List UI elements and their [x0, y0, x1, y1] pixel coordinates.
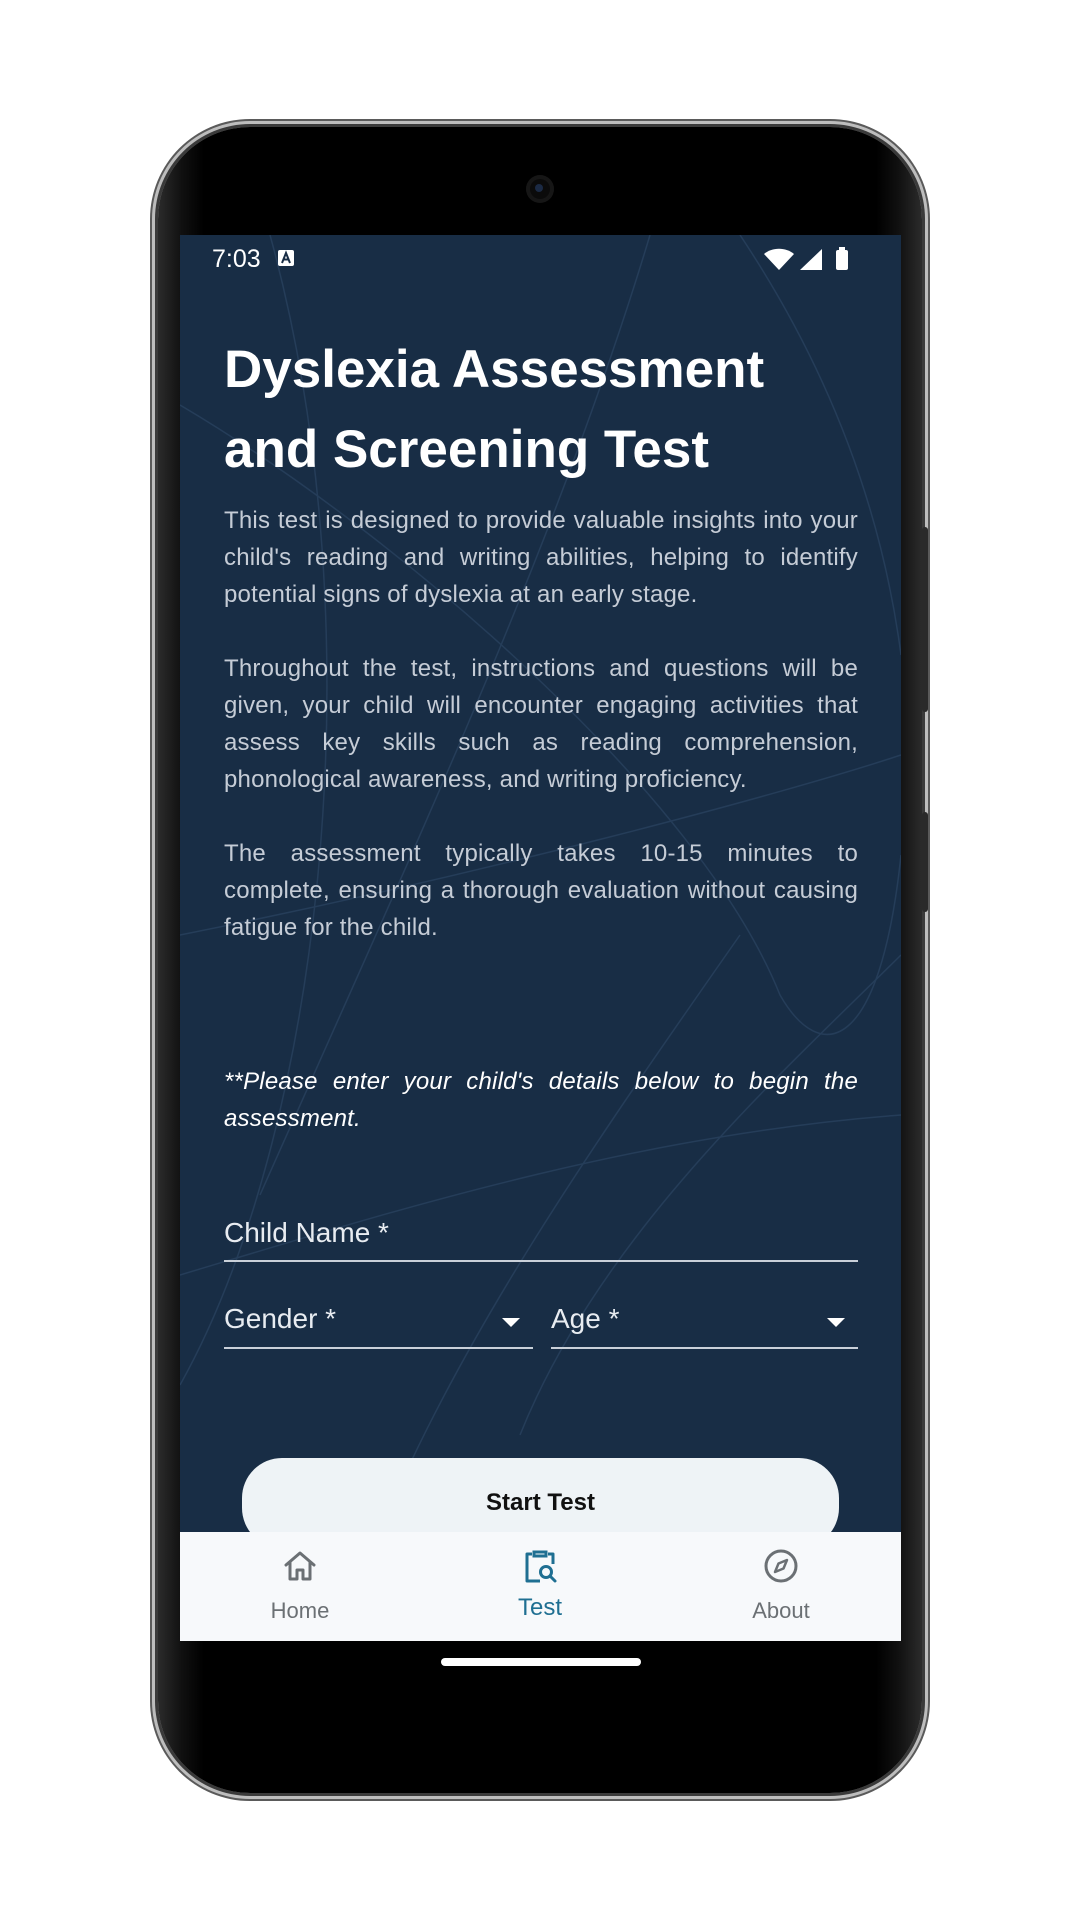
gender-dropdown[interactable]: Gender * — [224, 1301, 533, 1371]
gender-label: Gender * — [224, 1303, 337, 1334]
app-screen: 7:03 Dyslexia Assessment and Screening T… — [180, 235, 901, 1641]
intro-paragraph-3: The assessment typically takes 10-15 min… — [224, 840, 858, 941]
child-name-label: Child Name * — [224, 1217, 389, 1248]
status-time: 7:03 — [212, 245, 261, 273]
power-button — [922, 527, 928, 712]
nav-item-test[interactable]: Test — [420, 1532, 660, 1641]
nav-label-test: Test — [517, 1594, 562, 1621]
compass-icon — [764, 1549, 798, 1583]
details-instruction: **Please enter your child's details belo… — [224, 1068, 858, 1132]
page-title: Dyslexia Assessment and Screening Test — [224, 330, 858, 490]
age-chevron-down-icon — [827, 1318, 845, 1327]
battery-icon — [836, 247, 848, 270]
status-bar: 7:03 — [180, 235, 901, 283]
notification-a-icon — [278, 250, 294, 266]
front-camera — [526, 175, 554, 203]
gesture-handle[interactable] — [441, 1658, 641, 1666]
bottom-navigation: Home Test About — [180, 1532, 901, 1641]
gender-chevron-down-icon — [502, 1318, 520, 1327]
intro-paragraph-1: This test is designed to provide valuabl… — [224, 507, 858, 608]
age-label: Age * — [551, 1303, 620, 1334]
status-icons — [764, 247, 848, 270]
signal-icon — [800, 249, 822, 270]
volume-button — [922, 812, 928, 912]
clipboard-search-icon — [525, 1550, 557, 1583]
gender-underline — [224, 1347, 533, 1349]
wifi-icon — [764, 248, 794, 270]
device-screen: 7:03 Dyslexia Assessment and Screening T… — [180, 235, 901, 1641]
page-title-line1: Dyslexia Assessment — [224, 340, 765, 399]
page-title-line2: and Screening Test — [224, 420, 709, 479]
age-underline — [551, 1347, 858, 1349]
nav-label-home: Home — [270, 1598, 330, 1623]
nav-item-home[interactable]: Home — [180, 1532, 420, 1641]
nav-label-about: About — [752, 1598, 810, 1623]
home-icon — [284, 1551, 316, 1581]
intro-paragraph-2: Throughout the test, instructions and qu… — [224, 655, 858, 793]
child-name-underline — [224, 1260, 858, 1262]
intro-content: Dyslexia Assessment and Screening Test T… — [224, 330, 858, 1137]
age-dropdown[interactable]: Age * — [551, 1301, 858, 1371]
child-name-field[interactable]: Child Name * — [224, 1215, 858, 1285]
nav-item-about[interactable]: About — [661, 1532, 901, 1641]
